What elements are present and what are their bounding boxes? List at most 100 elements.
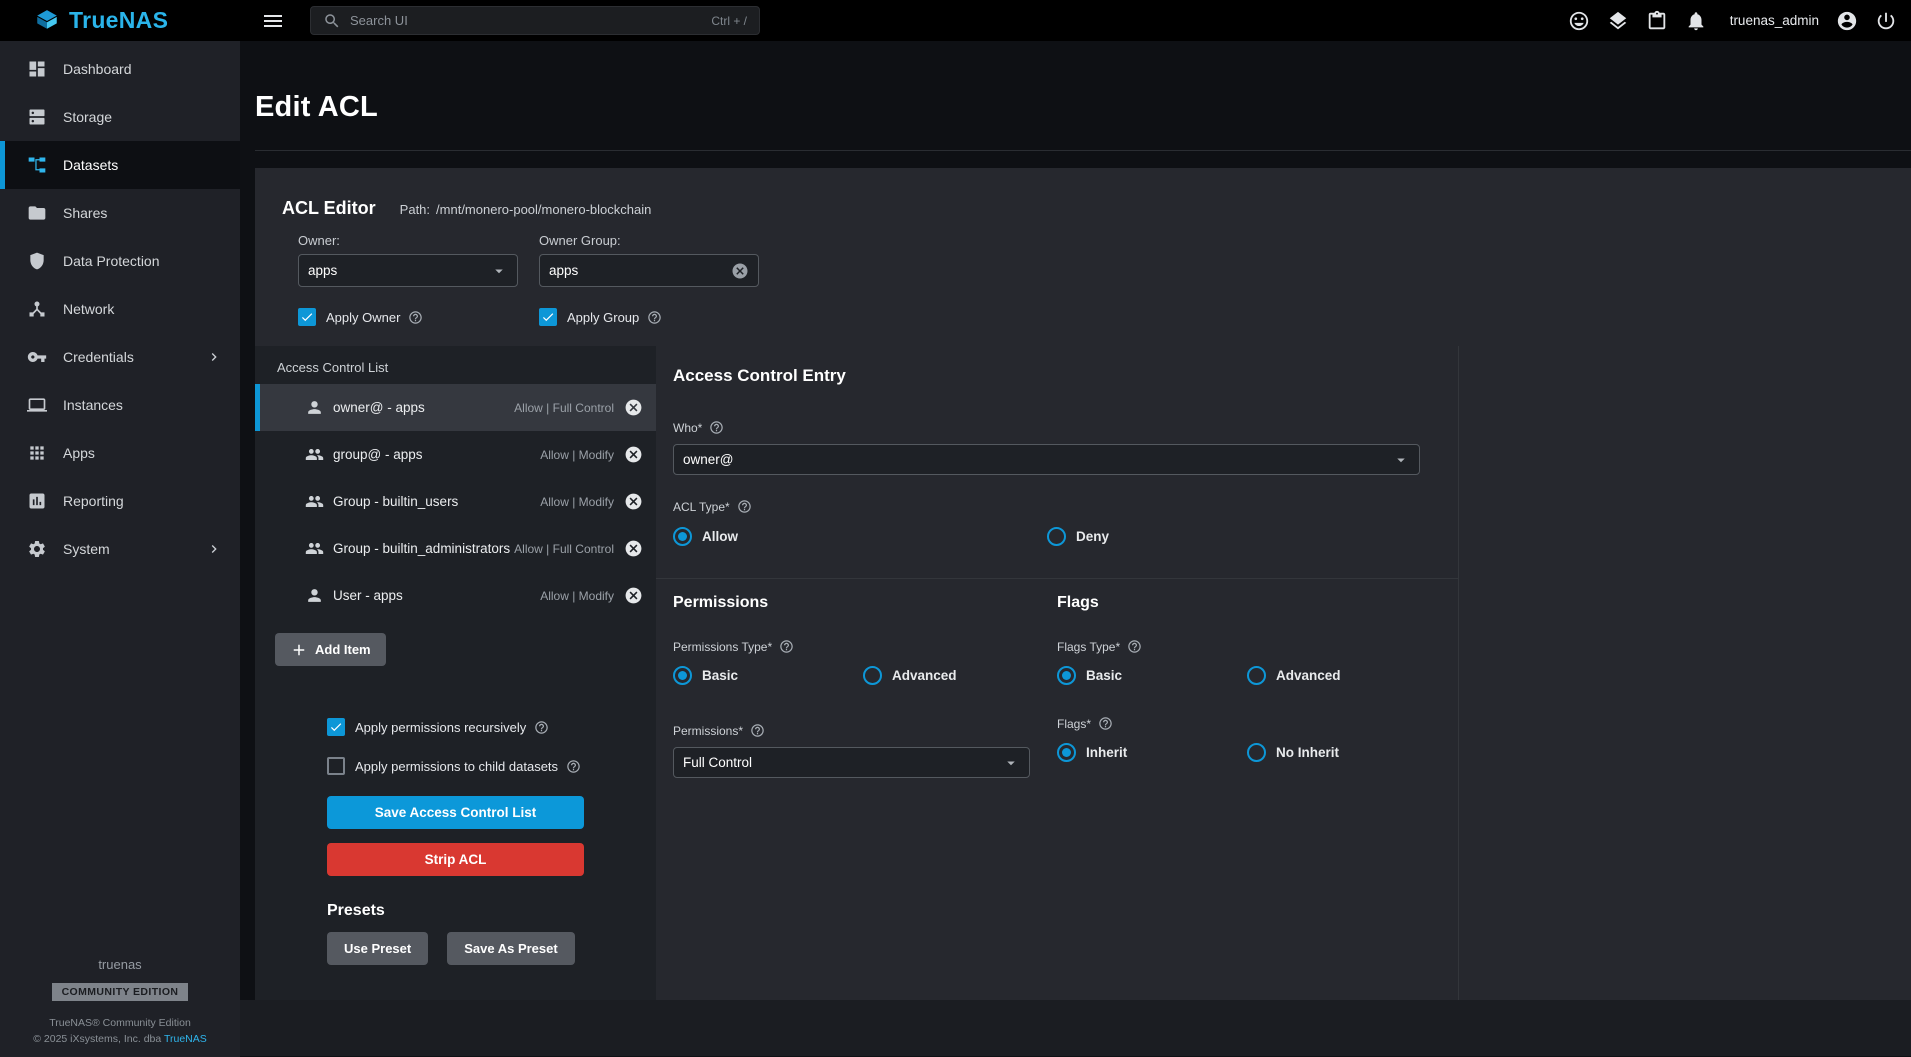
who-label-text: Who*	[673, 421, 702, 435]
apply-child-datasets-checkbox[interactable]: Apply permissions to child datasets	[327, 757, 656, 775]
dashboard-icon	[27, 59, 47, 79]
checkbox-checked-icon	[327, 718, 345, 736]
help-icon[interactable]	[534, 720, 549, 735]
copyright-brand-link[interactable]: TrueNAS	[164, 1033, 207, 1045]
remove-entry-icon[interactable]	[624, 492, 643, 511]
radio-allow[interactable]: Allow	[673, 527, 1047, 546]
help-icon[interactable]	[779, 639, 794, 654]
strip-acl-button[interactable]: Strip ACL	[327, 843, 584, 876]
help-icon[interactable]	[566, 759, 581, 774]
save-access-control-list-button[interactable]: Save Access Control List	[327, 796, 584, 829]
radio-inherit[interactable]: Inherit	[1057, 743, 1247, 762]
acl-entry-owner[interactable]: owner@ - apps Allow | Full Control	[255, 384, 656, 431]
search-icon	[323, 12, 341, 30]
acl-entry-who: owner@ - apps	[333, 400, 425, 415]
remove-entry-icon[interactable]	[624, 445, 643, 464]
owner-select-value: apps	[308, 263, 337, 278]
permissions-select[interactable]: Full Control	[673, 747, 1030, 778]
use-preset-button[interactable]: Use Preset	[327, 932, 428, 965]
sidebar-item-storage[interactable]: Storage	[0, 93, 240, 141]
account-circle-icon[interactable]	[1836, 10, 1858, 32]
radio-permissions-basic[interactable]: Basic	[673, 666, 863, 685]
help-icon[interactable]	[709, 420, 724, 435]
sidebar-item-shares[interactable]: Shares	[0, 189, 240, 237]
radio-deny[interactable]: Deny	[1047, 527, 1109, 546]
apps-grid-icon	[27, 443, 47, 463]
radio-flags-advanced[interactable]: Advanced	[1247, 666, 1341, 685]
permissions-label-text: Permissions*	[673, 724, 743, 738]
apply-owner-checkbox[interactable]: Apply Owner	[298, 308, 518, 326]
radio-label: Deny	[1076, 529, 1109, 544]
radio-label: No Inherit	[1276, 745, 1339, 760]
apply-group-checkbox[interactable]: Apply Group	[539, 308, 759, 326]
remove-entry-icon[interactable]	[624, 539, 643, 558]
person-icon	[305, 398, 324, 417]
help-icon[interactable]	[408, 310, 423, 325]
owner-group-input[interactable]	[549, 263, 731, 278]
sidebar-item-system[interactable]: System	[0, 525, 240, 573]
copyright-line: © 2025 iXsystems, Inc. dba TrueNAS	[0, 1033, 240, 1045]
acl-entry-builtin-administrators[interactable]: Group - builtin_administrators Allow | F…	[255, 525, 656, 572]
content-footer	[240, 1000, 1911, 1056]
alerts-bell-icon[interactable]	[1685, 10, 1707, 32]
sidebar-item-datasets[interactable]: Datasets	[0, 141, 240, 189]
help-icon[interactable]	[1098, 716, 1113, 731]
add-item-label: Add Item	[315, 642, 371, 657]
presets-heading: Presets	[327, 902, 656, 920]
help-icon[interactable]	[647, 310, 662, 325]
truenas-logo[interactable]: TrueNAS	[0, 7, 240, 34]
who-select-value: owner@	[683, 452, 733, 467]
who-select[interactable]: owner@	[673, 444, 1420, 475]
acl-entry-group[interactable]: group@ - apps Allow | Modify	[255, 431, 656, 478]
vertical-divider	[1458, 346, 1459, 1000]
help-icon[interactable]	[1127, 639, 1142, 654]
radio-no-inherit[interactable]: No Inherit	[1247, 743, 1339, 762]
path-label: Path:	[400, 202, 430, 217]
add-item-button[interactable]: Add Item	[275, 633, 386, 666]
radio-permissions-advanced[interactable]: Advanced	[863, 666, 957, 685]
radio-label: Basic	[702, 668, 738, 683]
apply-recursively-checkbox[interactable]: Apply permissions recursively	[327, 718, 656, 736]
flags-heading: Flags	[1057, 594, 1441, 612]
sidebar-item-credentials[interactable]: Credentials	[0, 333, 240, 381]
permissions-select-value: Full Control	[683, 755, 752, 770]
help-icon[interactable]	[750, 723, 765, 738]
remove-entry-icon[interactable]	[624, 398, 643, 417]
radio-selected-icon	[673, 666, 692, 685]
power-icon[interactable]	[1875, 10, 1897, 32]
permissions-type-radio-group: Basic Advanced	[673, 666, 1057, 685]
acl-entry-who: group@ - apps	[333, 447, 423, 462]
hamburger-menu-icon[interactable]	[261, 9, 285, 33]
help-icon[interactable]	[737, 499, 752, 514]
sidebar-item-network[interactable]: Network	[0, 285, 240, 333]
chevron-right-icon	[206, 349, 222, 365]
remove-entry-icon[interactable]	[624, 586, 643, 605]
clear-input-icon[interactable]	[731, 262, 749, 280]
sidebar-item-apps[interactable]: Apps	[0, 429, 240, 477]
flags-label-text: Flags*	[1057, 717, 1091, 731]
storage-disks-icon	[27, 107, 47, 127]
username[interactable]: truenas_admin	[1730, 13, 1819, 28]
sidebar-item-instances[interactable]: Instances	[0, 381, 240, 429]
tasks-clipboard-icon[interactable]	[1646, 10, 1668, 32]
acl-type-field-label: ACL Type*	[673, 499, 1911, 514]
sidebar-item-reporting[interactable]: Reporting	[0, 477, 240, 525]
save-as-preset-button[interactable]: Save As Preset	[447, 932, 574, 965]
acl-entry-builtin-users[interactable]: Group - builtin_users Allow | Modify	[255, 478, 656, 525]
sidebar-item-label: Shares	[63, 205, 107, 221]
jobs-layers-icon[interactable]	[1607, 10, 1629, 32]
search-box[interactable]: Ctrl + /	[310, 6, 760, 35]
copyright-prefix: © 2025 iXsystems, Inc. dba	[33, 1033, 164, 1045]
flags-type-radio-group: Basic Advanced	[1057, 666, 1441, 685]
search-input[interactable]	[350, 13, 702, 28]
product-line: TrueNAS® Community Edition	[0, 1017, 240, 1029]
sidebar-item-data-protection[interactable]: Data Protection	[0, 237, 240, 285]
acl-entry-user-apps[interactable]: User - apps Allow | Modify	[255, 572, 656, 619]
top-bar: TrueNAS Ctrl + / truenas_admin	[0, 0, 1911, 41]
feedback-smiley-icon[interactable]	[1568, 10, 1590, 32]
radio-flags-basic[interactable]: Basic	[1057, 666, 1247, 685]
hostname: truenas	[0, 957, 240, 972]
sidebar-item-label: Dashboard	[63, 61, 132, 77]
sidebar-item-dashboard[interactable]: Dashboard	[0, 45, 240, 93]
owner-select[interactable]: apps	[298, 254, 518, 287]
